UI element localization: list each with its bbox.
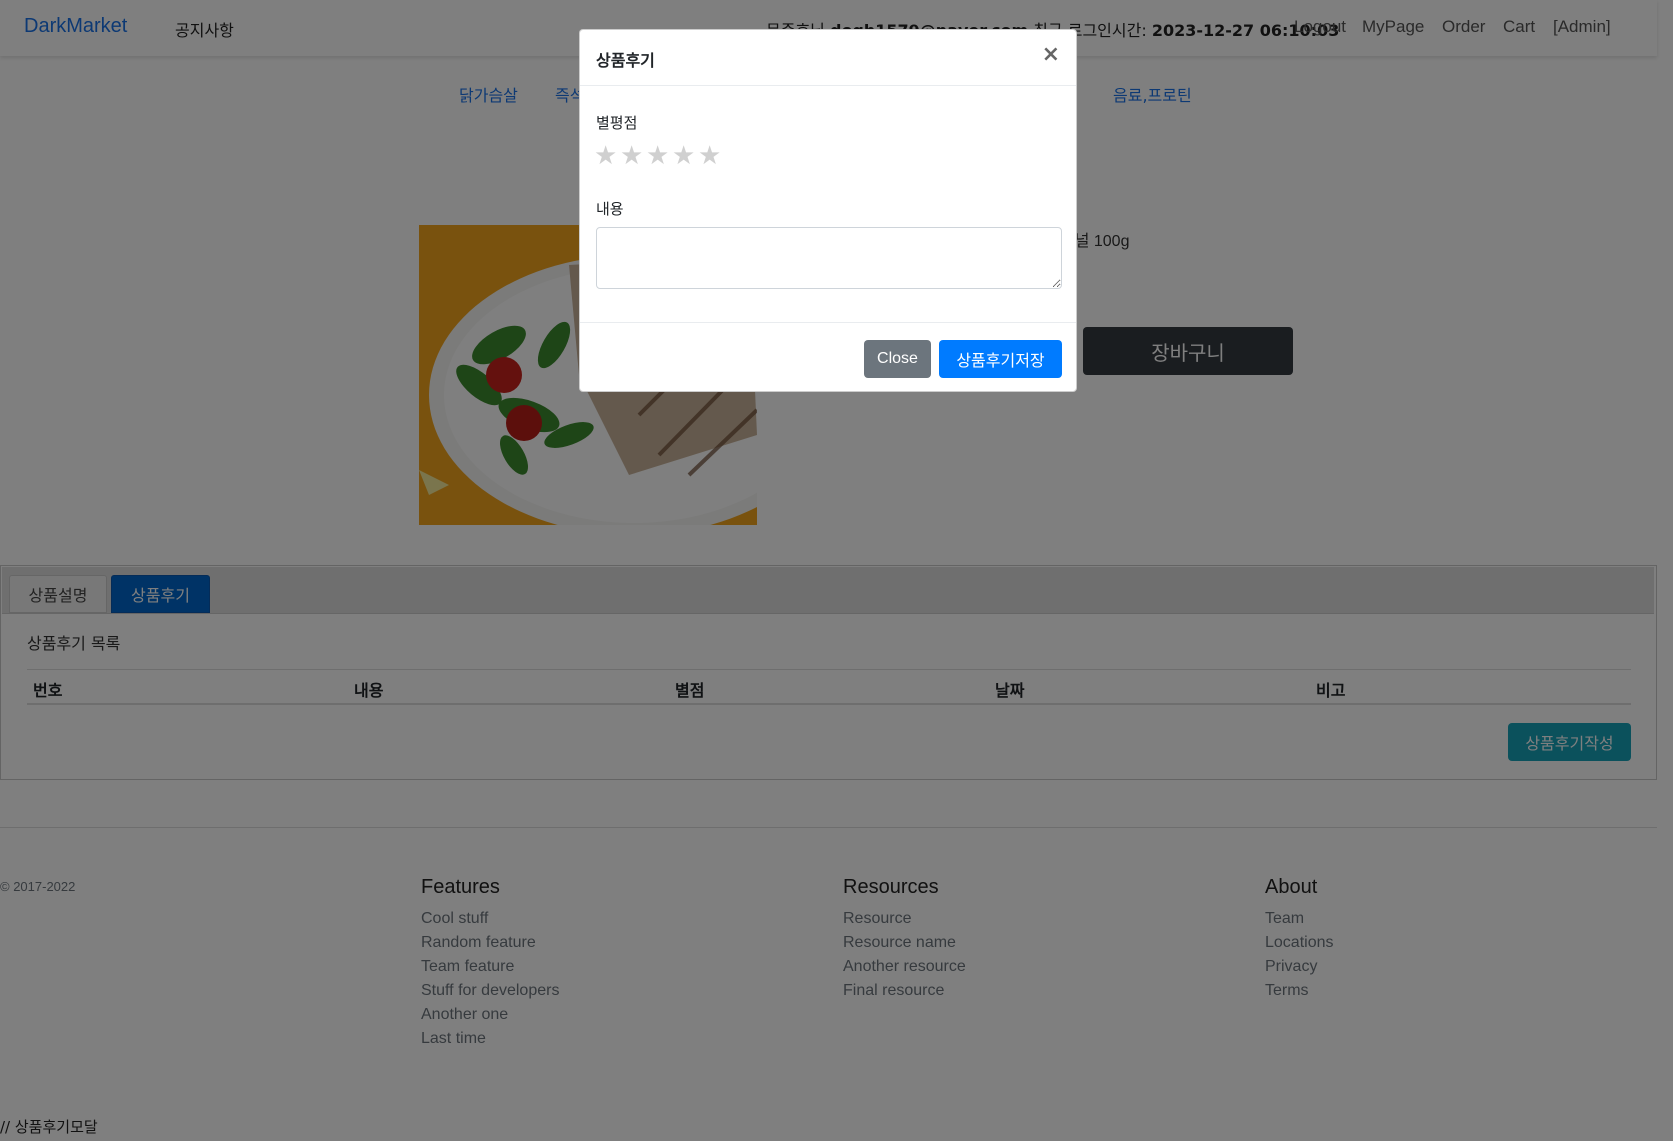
star-icon[interactable]: ★ [672, 141, 698, 171]
star-icon[interactable]: ★ [620, 141, 646, 171]
star-icon[interactable]: ★ [646, 141, 672, 171]
close-icon[interactable]: × [1042, 44, 1060, 66]
star-icon[interactable]: ★ [594, 141, 620, 171]
rating-label: 별평점 [596, 114, 638, 132]
review-modal: 상품후기 × 별평점 ★★★★★ 내용 Close 상품후기저장 [579, 29, 1077, 392]
modal-header: 상품후기 × [580, 30, 1076, 86]
modal-footer: Close 상품후기저장 [580, 322, 1076, 392]
content-label: 내용 [596, 200, 624, 218]
save-review-button[interactable]: 상품후기저장 [939, 340, 1062, 378]
close-button[interactable]: Close [864, 340, 931, 378]
star-icon[interactable]: ★ [698, 141, 724, 171]
review-content-input[interactable] [596, 227, 1062, 289]
star-rating[interactable]: ★★★★★ [594, 141, 724, 171]
modal-title: 상품후기 [596, 51, 655, 70]
